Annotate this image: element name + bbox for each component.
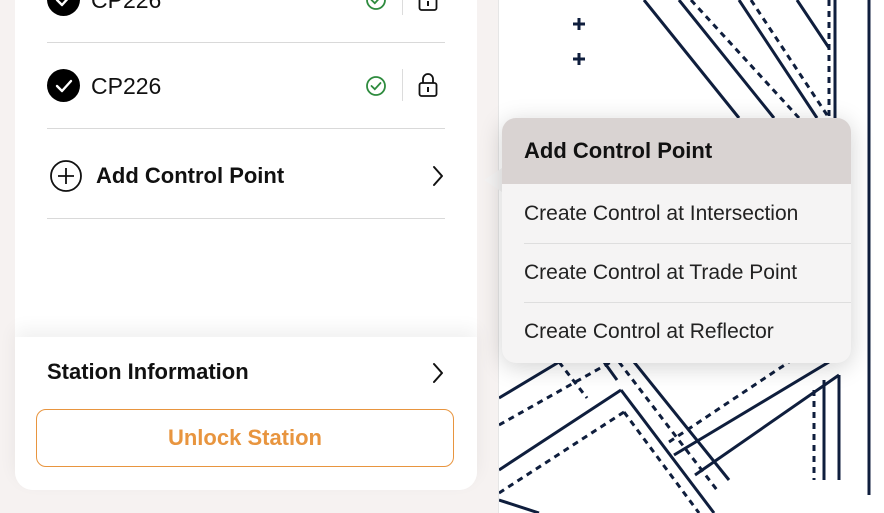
station-information-label: Station Information [47,359,249,384]
menu-title: Add Control Point [502,118,851,184]
control-point-label: CP226 [91,0,162,13]
add-control-point-menu: Add Control Point Create Control at Inte… [502,118,851,363]
check-circle-icon[interactable] [47,69,80,102]
check-circle-icon[interactable] [47,0,80,16]
unlock-station-button[interactable]: Unlock Station [36,409,454,467]
menu-item-create-at-intersection[interactable]: Create Control at Intersection [502,184,851,243]
chevron-right-icon [433,363,443,383]
lock-icon[interactable] [417,72,439,98]
station-bottom-sheet: Station Information Unlock Station [15,337,477,490]
control-point-row[interactable]: CP226 [47,0,445,43]
control-point-label: CP226 [91,73,162,99]
plus-circle-icon [50,160,82,192]
lock-icon[interactable] [417,0,439,12]
menu-item-create-at-reflector[interactable]: Create Control at Reflector [502,302,851,361]
verified-icon [366,0,386,10]
divider [402,0,403,15]
control-point-row[interactable]: CP226 [47,43,445,129]
add-control-point-row[interactable]: Add Control Point [47,133,445,219]
divider [402,69,403,101]
chevron-right-icon [433,166,443,186]
add-control-point-label: Add Control Point [96,163,285,188]
popover-arrow [484,168,502,192]
verified-icon [366,76,386,96]
station-information-row[interactable]: Station Information [47,337,445,409]
menu-item-create-at-trade-point[interactable]: Create Control at Trade Point [502,243,851,302]
